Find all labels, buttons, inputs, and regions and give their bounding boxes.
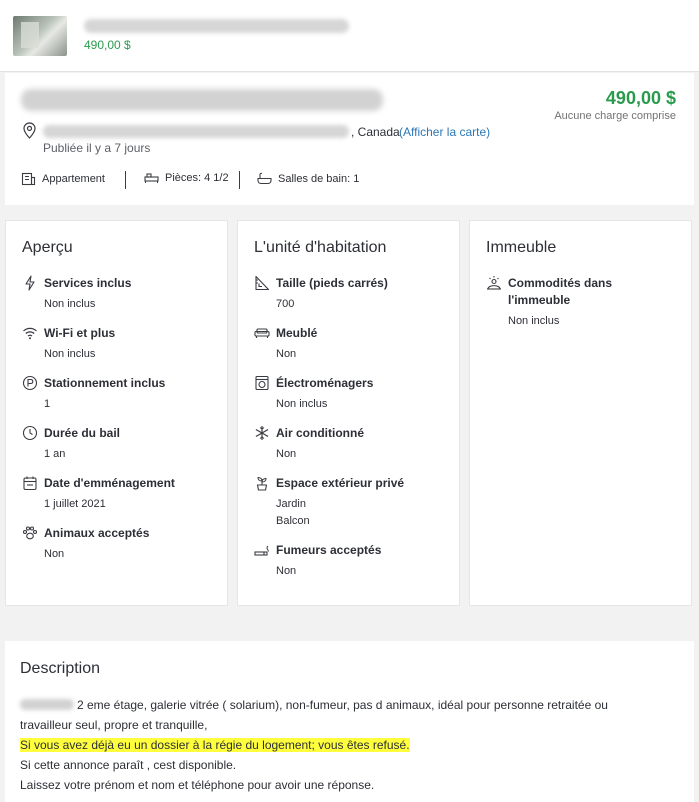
feature-divider	[239, 171, 240, 189]
paw-icon	[22, 526, 38, 540]
overview-item-value: Non	[44, 548, 65, 560]
unit-item-value: Non	[276, 348, 297, 360]
description-line: Si cette annonce paraît , cest disponibl…	[20, 758, 237, 772]
bathtub-icon	[257, 172, 272, 185]
blurred-name	[20, 699, 74, 710]
building-title: Immeuble	[486, 239, 557, 256]
highlighted-text: Si vous avez déjà eu un dossier à la rég…	[20, 738, 410, 752]
feature-rooms-label: Pièces: 4 1/2	[165, 172, 229, 184]
washer-icon	[255, 375, 269, 391]
overview-item-label: Date d'emménagement	[44, 476, 175, 490]
ruler-icon	[255, 275, 270, 291]
unit-item-label: Meublé	[276, 326, 318, 340]
clock-icon	[22, 425, 38, 441]
unit-item-label: Taille (pieds carrés)	[276, 276, 388, 290]
amenities-icon	[487, 276, 501, 290]
building-item-value: Non inclus	[508, 315, 560, 327]
overview-item-value: Non inclus	[44, 298, 96, 310]
price-note: Aucune charge comprise	[554, 110, 676, 122]
overview-title: Aperçu	[22, 239, 73, 256]
feature-rooms: Pièces: 4 1/2	[144, 172, 229, 184]
snowflake-icon	[255, 426, 269, 440]
unit-item-value: Non inclus	[276, 398, 328, 410]
blurred-listing-title	[84, 19, 349, 33]
building-item-label-line1: Commodités dans	[508, 276, 613, 290]
feature-type-label: Appartement	[42, 173, 105, 185]
overview-item-value: 1 an	[44, 448, 66, 460]
description-line: Laissez votre prénom et nom et téléphone…	[20, 778, 375, 792]
location-country: , Canada	[351, 125, 400, 139]
description-line: travailleur seul, propre et tranquille,	[20, 718, 208, 732]
unit-item-label: Espace extérieur privé	[276, 476, 405, 490]
feature-type: Appartement	[21, 172, 105, 186]
blurred-address-title	[21, 89, 383, 111]
cigarette-icon	[254, 545, 269, 556]
bed-icon	[144, 173, 159, 183]
feature-bathrooms: Salles de bain: 1	[257, 172, 359, 185]
overview-item-label: Animaux acceptés	[44, 526, 150, 540]
description-text: 2 eme étage, galerie vitrée ( solarium),…	[77, 698, 608, 712]
unit-item-label: Fumeurs acceptés	[276, 543, 382, 557]
unit-item-value: Non	[276, 565, 297, 577]
overview-item-label: Services inclus	[44, 276, 132, 290]
overview-item-value: Non inclus	[44, 348, 96, 360]
building-icon	[21, 172, 36, 186]
unit-item-value: Jardin	[276, 498, 306, 510]
listing-thumbnail[interactable]	[13, 16, 67, 56]
sofa-icon	[254, 328, 270, 338]
building-item-label-line2: l'immeuble	[508, 293, 571, 307]
overview-item-label: Stationnement inclus	[44, 376, 166, 390]
overview-card: Aperçu Services inclus Non inclus Wi-Fi …	[5, 220, 228, 606]
unit-item-label: Électroménagers	[276, 376, 374, 390]
description-line-highlighted: Si vous avez déjà eu un dossier à la rég…	[20, 738, 410, 752]
description-section: Description 2 eme étage, galerie vitrée …	[5, 641, 694, 802]
overview-item-value: 1	[44, 398, 51, 410]
posted-date: Publiée il y a 7 jours	[43, 141, 151, 155]
location-pin-icon	[23, 122, 36, 139]
description-title: Description	[20, 660, 101, 677]
building-card: Immeuble Commodités dans l'immeuble Non …	[469, 220, 692, 606]
calendar-icon	[23, 476, 37, 491]
unit-item-value: Non	[276, 448, 297, 460]
overview-item-value: 1 juillet 2021	[44, 498, 106, 510]
feature-divider	[125, 171, 126, 189]
utilities-icon	[25, 275, 35, 291]
unit-item-value: Balcon	[276, 515, 310, 527]
plant-icon	[256, 476, 268, 491]
wifi-icon	[23, 327, 37, 340]
feature-bathrooms-label: Salles de bain: 1	[278, 172, 360, 185]
show-map-link[interactable]: (Afficher la carte)	[399, 125, 490, 139]
unit-card: L'unité d'habitation Taille (pieds carré…	[237, 220, 460, 606]
unit-title: L'unité d'habitation	[254, 239, 387, 256]
parking-icon	[22, 375, 38, 391]
listing-summary-bar: 490,00 $	[0, 0, 699, 72]
summary-price: 490,00 $	[84, 38, 131, 52]
overview-item-label: Durée du bail	[44, 426, 121, 440]
blurred-location	[43, 125, 349, 138]
unit-item-value: 700	[276, 298, 295, 310]
description-line: 2 eme étage, galerie vitrée ( solarium),…	[20, 698, 608, 712]
listing-header: 490,00 $ Aucune charge comprise , Canada…	[5, 73, 694, 205]
unit-item-label: Air conditionné	[276, 426, 364, 440]
listing-price: 490,00 $	[605, 88, 676, 108]
overview-item-label: Wi-Fi et plus	[44, 326, 116, 340]
